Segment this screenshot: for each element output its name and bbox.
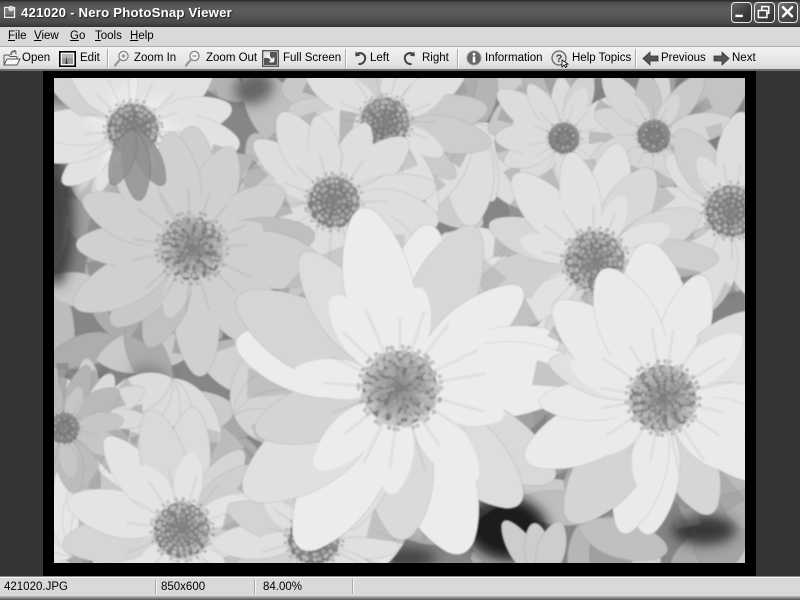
svg-text:?: ? (556, 53, 563, 65)
